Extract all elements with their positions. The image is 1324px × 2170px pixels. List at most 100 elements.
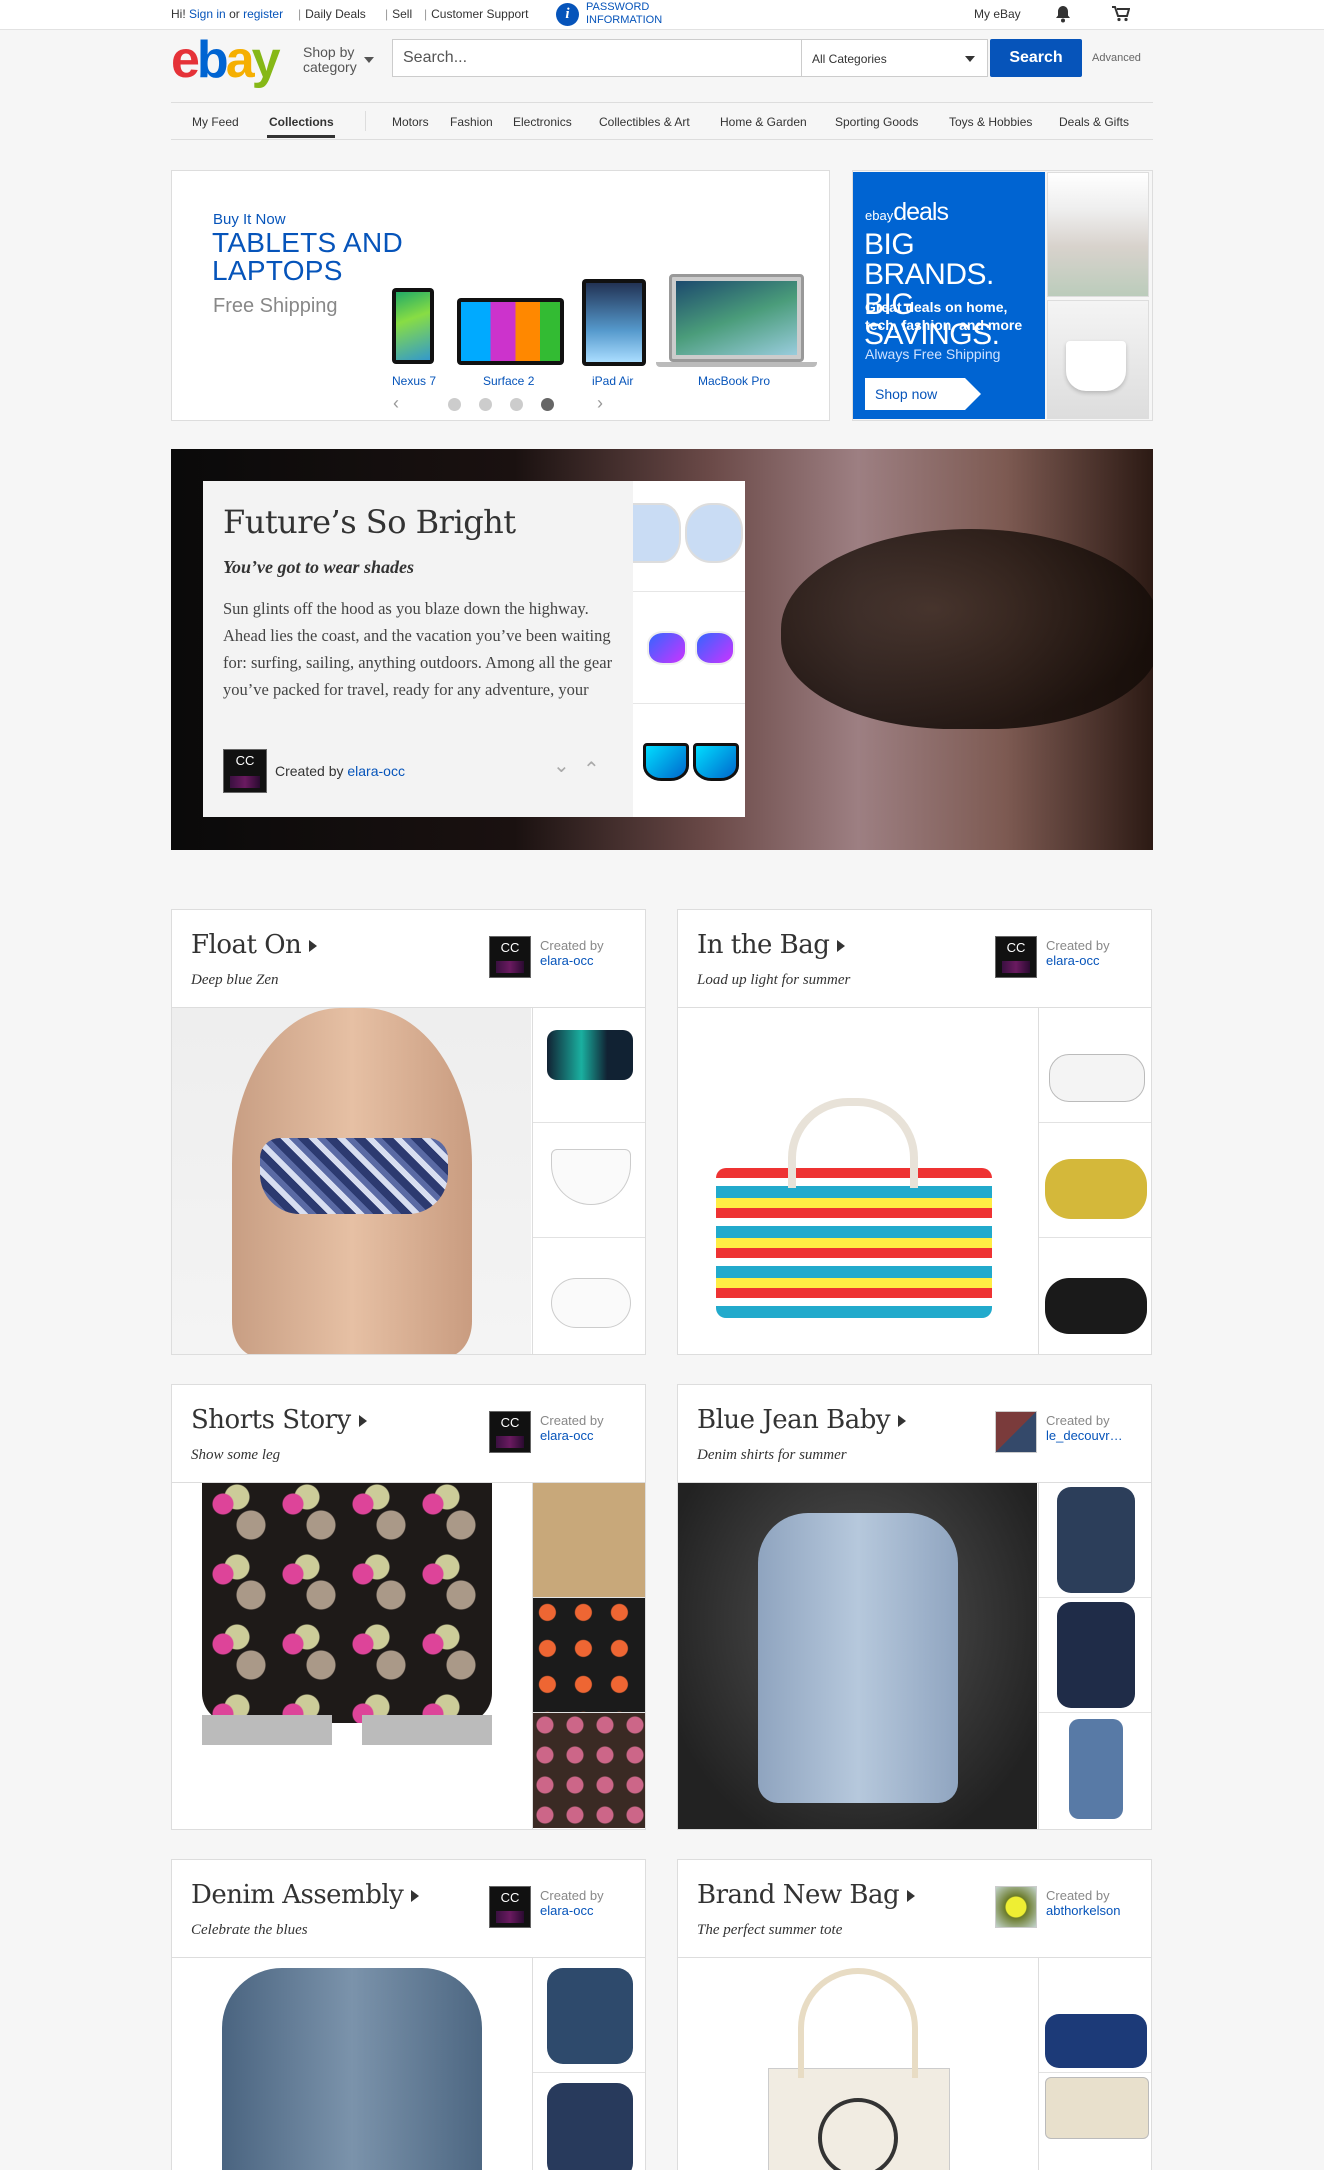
creator-avatar[interactable]: CC xyxy=(489,936,531,978)
sunglasses-thumb[interactable] xyxy=(633,705,745,815)
collection-title[interactable]: In the Bag xyxy=(697,930,846,960)
macbook-pro-image[interactable] xyxy=(669,274,804,362)
sunglasses-thumb[interactable] xyxy=(633,593,745,704)
bikini-white-thumb[interactable] xyxy=(533,1238,645,1353)
chevron-down-icon[interactable]: ⌄ xyxy=(553,753,570,778)
collection-title[interactable]: Float On xyxy=(191,930,318,960)
tab-my-feed[interactable]: My Feed xyxy=(192,115,239,129)
nav-item-collectibles-art[interactable]: Collectibles & Art xyxy=(599,115,690,129)
creator-link[interactable]: elara-occ xyxy=(540,1428,636,1443)
creator-link[interactable]: le_decouvr… xyxy=(1046,1428,1142,1443)
carousel-dot[interactable] xyxy=(510,398,523,411)
shirts-on-hangers-image[interactable] xyxy=(1047,172,1149,297)
ebay-logo[interactable]: ebay xyxy=(171,34,281,86)
nav-item-electronics[interactable]: Electronics xyxy=(513,115,572,129)
tote-bag-main-image[interactable] xyxy=(678,1958,1037,2170)
ebay-deals-promo[interactable]: ebaydeals BIG BRANDS. BIG SAVINGS. Great… xyxy=(853,172,1045,419)
shop-now-button[interactable]: Shop now xyxy=(865,378,981,410)
denim-vest-thumb[interactable] xyxy=(1039,1713,1151,1828)
tab-collections[interactable]: Collections xyxy=(269,115,334,129)
my-ebay-link[interactable]: My eBay xyxy=(974,7,1021,21)
duffel-white-thumb[interactable] xyxy=(1039,1008,1151,1123)
device-label[interactable]: iPad Air xyxy=(592,374,633,388)
collection-card[interactable]: Blue Jean Baby Denim shirts for summer C… xyxy=(677,1384,1152,1830)
creator-link[interactable]: elara-occ xyxy=(540,953,636,968)
carousel-dot[interactable] xyxy=(479,398,492,411)
collection-title[interactable]: Brand New Bag xyxy=(697,1880,916,1910)
nexus-7-image[interactable] xyxy=(392,288,434,364)
collection-card[interactable]: Brand New Bag The perfect summer tote Cr… xyxy=(677,1859,1152,2170)
chevron-up-icon[interactable]: ⌃ xyxy=(583,757,600,782)
nav-item-toys-hobbies[interactable]: Toys & Hobbies xyxy=(949,115,1032,129)
duffel-black-thumb[interactable] xyxy=(1039,1238,1151,1353)
sign-in-link[interactable]: Sign in xyxy=(189,7,226,21)
carousel-dot-active[interactable] xyxy=(541,398,554,411)
sell-link[interactable]: Sell xyxy=(392,7,412,21)
device-label[interactable]: Nexus 7 xyxy=(392,374,436,388)
advanced-search-link[interactable]: Advanced xyxy=(1092,52,1141,64)
collection-card[interactable]: Float On Deep blue Zen CC Created by elar… xyxy=(171,909,646,1355)
hero-collection-banner[interactable]: Future’s So Bright You’ve got to wear sh… xyxy=(171,449,1153,850)
denim-jacket-main-image[interactable] xyxy=(172,1958,531,2170)
password-information-link[interactable]: PASSWORD INFORMATION xyxy=(586,1,662,27)
khaki-shorts-thumb[interactable] xyxy=(533,1483,645,1598)
search-button[interactable]: Search xyxy=(990,39,1082,77)
carousel-dot[interactable] xyxy=(448,398,461,411)
denim-shirt-main-image[interactable] xyxy=(678,1483,1037,1829)
navy-duffel-thumb[interactable] xyxy=(1039,1958,1151,2073)
register-link[interactable]: register xyxy=(243,7,283,21)
collection-title[interactable]: Blue Jean Baby xyxy=(697,1405,907,1435)
collection-card[interactable]: In the Bag Load up light for summer CC C… xyxy=(677,909,1152,1355)
shop-by-category-button[interactable]: Shop by category xyxy=(303,45,357,75)
denim-shirt-thumb[interactable] xyxy=(533,2073,645,2170)
creator-avatar[interactable] xyxy=(995,1411,1037,1453)
creator-avatar[interactable]: CC xyxy=(223,749,267,793)
tablets-laptops-promo[interactable]: Buy It Now TABLETS AND LAPTOPS Free Ship… xyxy=(171,170,830,421)
collection-card[interactable]: Shorts Story Show some leg CC Created by… xyxy=(171,1384,646,1830)
canvas-pouch-thumb[interactable] xyxy=(1039,2073,1151,2170)
denim-shirt-thumb[interactable] xyxy=(1039,1598,1151,1713)
creator-link[interactable]: abthorkelson xyxy=(1046,1903,1142,1918)
creator-link[interactable]: elara-occ xyxy=(347,763,405,779)
customer-support-link[interactable]: Customer Support xyxy=(431,7,528,21)
collection-title[interactable]: Denim Assembly xyxy=(191,1880,420,1910)
chevron-down-icon[interactable] xyxy=(364,57,374,63)
denim-shirt-thumb[interactable] xyxy=(533,1958,645,2073)
nav-item-fashion[interactable]: Fashion xyxy=(450,115,493,129)
device-label[interactable]: Surface 2 xyxy=(483,374,534,388)
sunglasses-thumb[interactable] xyxy=(633,481,745,592)
nav-item-home-garden[interactable]: Home & Garden xyxy=(720,115,807,129)
cart-icon[interactable] xyxy=(1112,6,1130,22)
category-select[interactable]: All Categories xyxy=(802,39,988,77)
hero-title[interactable]: Future’s So Bright xyxy=(223,503,516,541)
nav-item-deals-gifts[interactable]: Deals & Gifts xyxy=(1059,115,1129,129)
ipad-air-image[interactable] xyxy=(582,279,646,366)
creator-avatar[interactable]: CC xyxy=(995,936,1037,978)
creator-avatar[interactable] xyxy=(995,1886,1037,1928)
denim-shirt-thumb[interactable] xyxy=(1039,1483,1151,1598)
carousel-next-icon[interactable]: › xyxy=(597,393,603,414)
bikini-top-main-image[interactable] xyxy=(172,1008,531,1354)
creator-link[interactable]: elara-occ xyxy=(1046,953,1142,968)
carousel-prev-icon[interactable]: ‹ xyxy=(393,393,399,414)
creator-avatar[interactable]: CC xyxy=(489,1886,531,1928)
striped-duffel-main-image[interactable] xyxy=(678,1008,1037,1354)
notification-bell-icon[interactable] xyxy=(1055,5,1071,23)
print-shorts-thumb[interactable] xyxy=(533,1598,645,1713)
surface-2-image[interactable] xyxy=(457,298,564,365)
nav-item-sporting-goods[interactable]: Sporting Goods xyxy=(835,115,918,129)
nav-item-motors[interactable]: Motors xyxy=(392,115,429,129)
device-label[interactable]: MacBook Pro xyxy=(698,374,770,388)
creator-avatar[interactable]: CC xyxy=(489,1411,531,1453)
collection-title[interactable]: Shorts Story xyxy=(191,1405,367,1435)
daily-deals-link[interactable]: Daily Deals xyxy=(305,7,366,21)
info-icon[interactable]: i xyxy=(556,3,579,26)
floral-shorts-thumb[interactable] xyxy=(533,1713,645,1828)
bikini-bottom-thumb[interactable] xyxy=(533,1123,645,1238)
duffel-yellow-thumb[interactable] xyxy=(1039,1123,1151,1238)
floral-shorts-main-image[interactable] xyxy=(172,1483,531,1829)
creator-link[interactable]: elara-occ xyxy=(540,1903,636,1918)
search-input[interactable] xyxy=(393,40,801,76)
bikini-thumb[interactable] xyxy=(533,1008,645,1123)
collection-card[interactable]: Denim Assembly Celebrate the blues CC Cr… xyxy=(171,1859,646,2170)
